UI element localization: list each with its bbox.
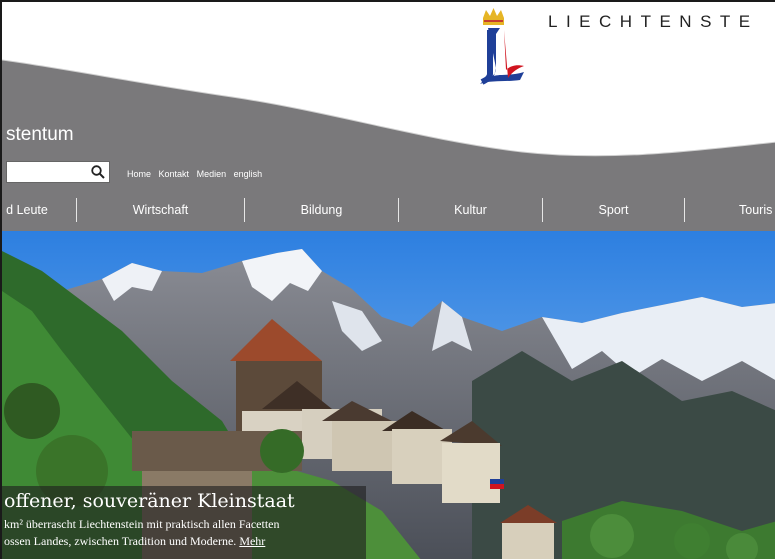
liechtenstein-logo — [480, 8, 524, 85]
hero-caption: offener, souveräner Kleinstaat km² überr… — [2, 486, 366, 559]
brand-wordmark: LIECHTENSTE — [548, 12, 759, 31]
nav-item-tourismus[interactable]: Touris — [707, 192, 775, 230]
link-home[interactable]: Home — [127, 169, 151, 179]
nav-item-wirtschaft[interactable]: Wirtschaft — [77, 192, 244, 230]
more-link[interactable]: Mehr — [239, 534, 265, 548]
link-kontakt[interactable]: Kontakt — [159, 169, 190, 179]
hero-caption-text-line-1: km² überrascht Liechtenstein mit praktis… — [4, 517, 280, 531]
nav-item-kultur[interactable]: Kultur — [399, 192, 542, 230]
link-medien[interactable]: Medien — [197, 169, 227, 179]
top-links: Home Kontakt Medien english — [127, 169, 267, 179]
nav-item-bildung[interactable]: Bildung — [245, 192, 398, 230]
browser-viewport: LIECHTENSTE stentum Home Kontakt Medien … — [0, 0, 775, 559]
hero-caption-text-line-2: ossen Landes, zwischen Tradition und Mod… — [4, 534, 265, 549]
search-icon[interactable] — [90, 164, 106, 180]
hero-caption-title: offener, souveräner Kleinstaat — [4, 490, 295, 512]
main-navigation: d Leute Wirtschaft Bildung Kultur Sport … — [2, 192, 775, 230]
nav-item-sport[interactable]: Sport — [543, 192, 684, 230]
nav-divider — [684, 198, 685, 222]
link-english[interactable]: english — [234, 169, 263, 179]
crown-icon — [483, 8, 504, 25]
site-title: stentum — [6, 124, 74, 145]
hero-caption-text: ossen Landes, zwischen Tradition und Mod… — [4, 534, 237, 548]
search-box — [6, 161, 110, 183]
nav-item-land-und-leute[interactable]: d Leute — [2, 192, 52, 230]
search-input[interactable] — [7, 162, 87, 182]
